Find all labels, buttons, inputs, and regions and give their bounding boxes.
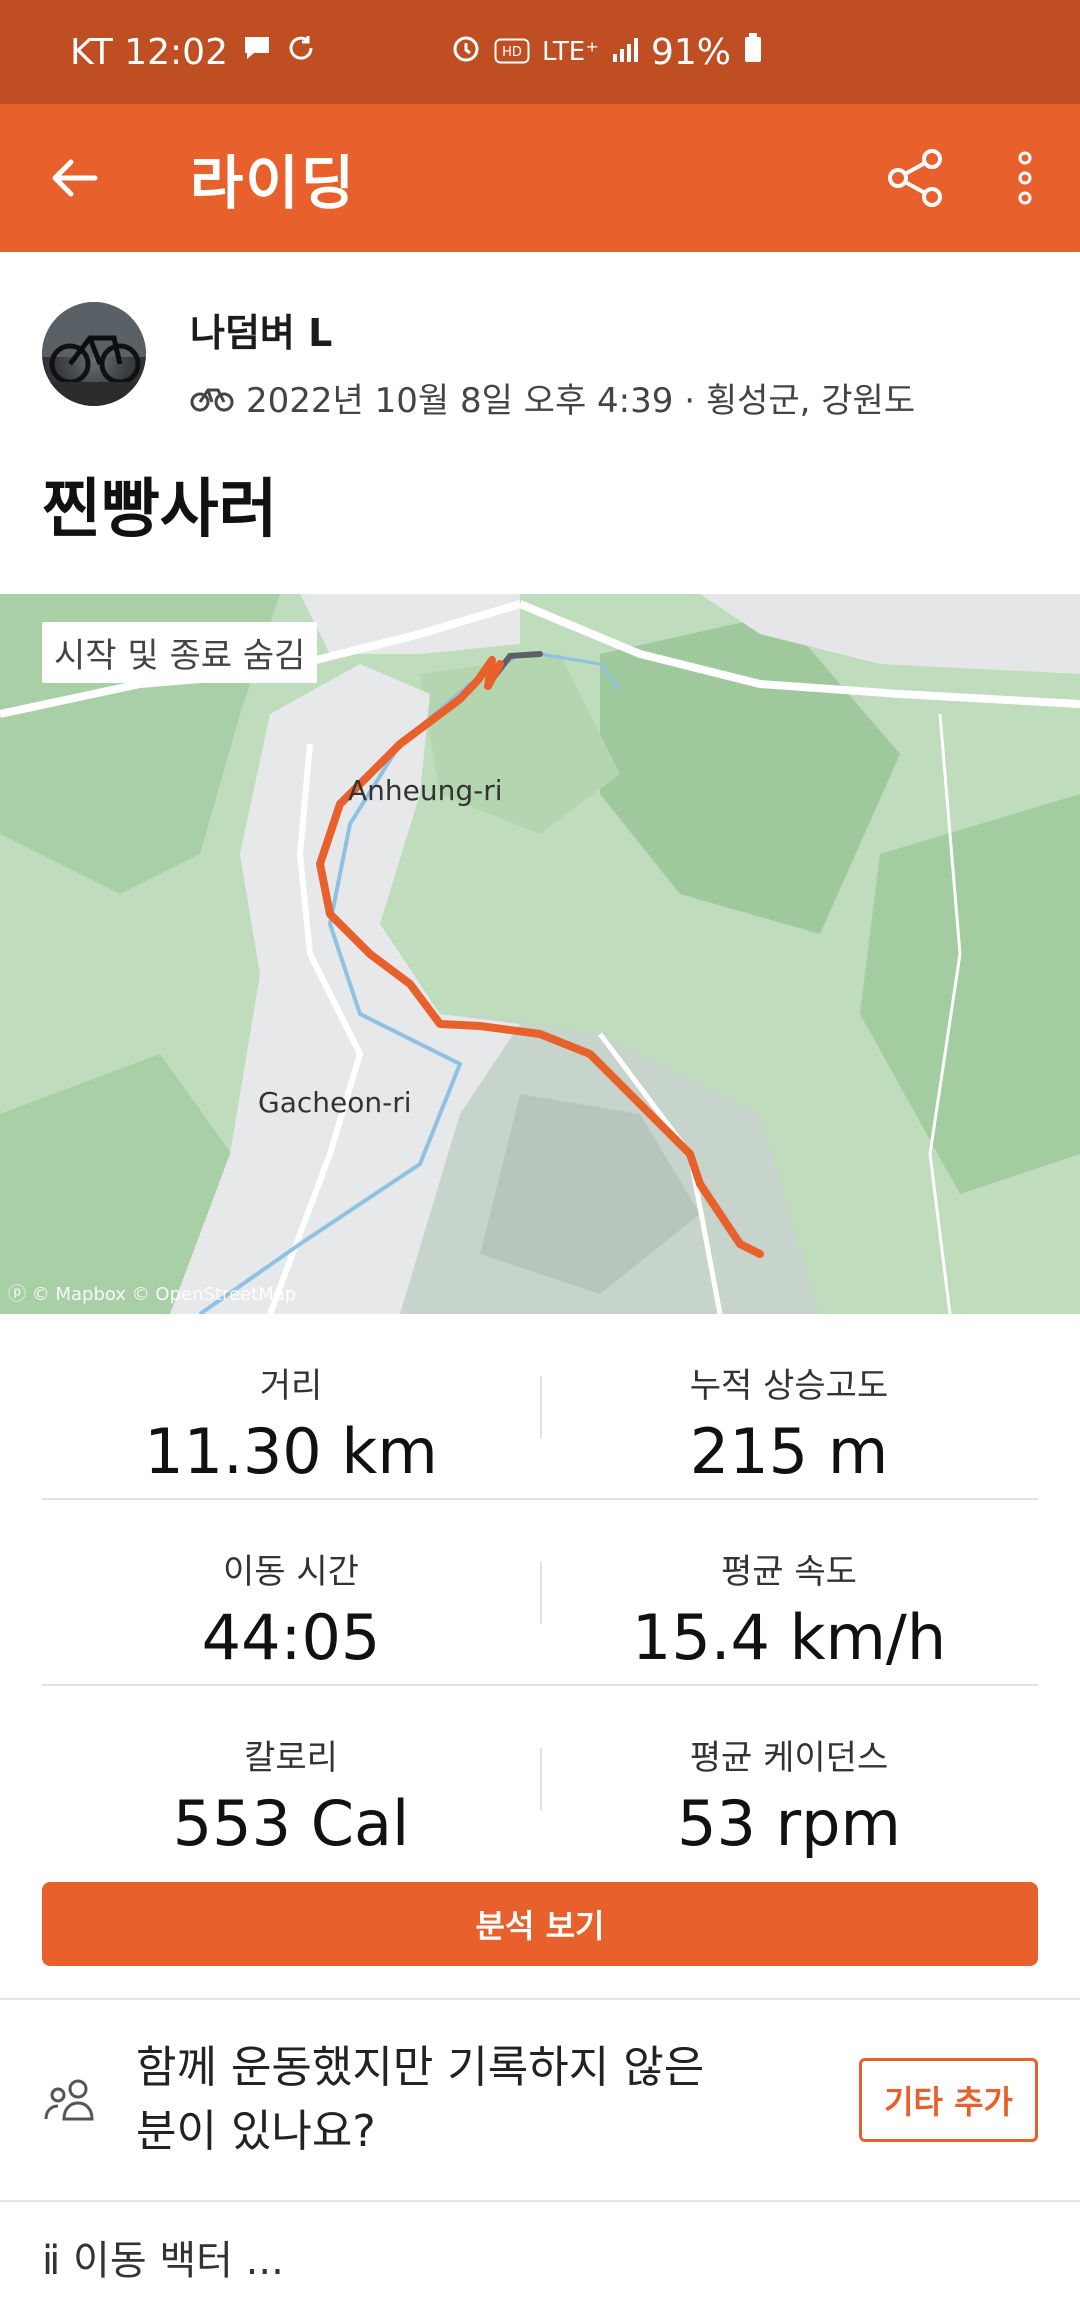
stat-avg-cadence: 평균 케이던스 53 rpm	[540, 1686, 1038, 1870]
map-canvas	[0, 594, 1080, 1314]
stat-value: 15.4 km/h	[631, 1601, 947, 1674]
carrier-time: KT 12:02	[70, 31, 228, 73]
group-icon	[44, 2079, 94, 2121]
bicycle-photo	[42, 302, 146, 406]
page-title: 라이딩	[190, 149, 357, 217]
route-map[interactable]: 시작 및 종료 숨김 Anheung-ri Gacheon-ri ⓟ © Map…	[0, 594, 1080, 1314]
alarm-icon	[450, 32, 482, 73]
stat-row: 이동 시간 44:05 평균 속도 15.4 km/h	[42, 1500, 1038, 1686]
add-others-line1: 함께 운동했지만 기록하지 않은	[136, 2042, 705, 2093]
add-others-line2: 분이 있나요?	[136, 2106, 376, 2157]
stats-grid: 거리 11.30 km 누적 상승고도 215 m 이동 시간 44:05 평균…	[0, 1314, 1080, 1870]
status-right: HD LTE⁺ 91%	[450, 32, 1010, 73]
more-options-button[interactable]	[970, 104, 1080, 252]
status-left: KT 12:02	[70, 32, 450, 73]
stat-value: 44:05	[201, 1601, 381, 1674]
athlete-name[interactable]: 나덤벼 L	[190, 302, 915, 357]
more-vertical-icon	[1018, 151, 1032, 205]
divider	[540, 1562, 542, 1624]
stat-label: 거리	[259, 1366, 323, 1406]
divider	[540, 1376, 542, 1438]
arrow-left-icon	[52, 159, 98, 197]
stat-value: 53 rpm	[677, 1787, 901, 1860]
activity-title: 찐빵사러	[42, 473, 278, 547]
stat-label: 이동 시간	[223, 1552, 359, 1592]
add-others-button[interactable]: 기타 추가	[859, 2058, 1038, 2142]
add-others-text: 함께 운동했지만 기록하지 않은 분이 있나요?	[136, 2036, 839, 2164]
hd-icon: HD	[494, 32, 530, 73]
stat-label: 칼로리	[244, 1738, 338, 1778]
stat-row: 거리 11.30 km 누적 상승고도 215 m	[42, 1314, 1038, 1500]
next-section-text: ⅱ 이동 백터 ...	[42, 2238, 284, 2284]
battery-icon	[743, 32, 763, 73]
mapbox-logo-icon: ⓟ	[8, 1284, 32, 1305]
view-analysis-button[interactable]: 분석 보기	[42, 1882, 1038, 1966]
stat-moving-time: 이동 시간 44:05	[42, 1500, 540, 1684]
stat-elevation: 누적 상승고도 215 m	[540, 1314, 1038, 1498]
athlete-header: 나덤벼 L 2022년 10월 8일 오후 4:39 · 횡성군, 강원도	[0, 252, 1080, 464]
stat-value: 215 m	[689, 1415, 889, 1488]
stat-avg-speed: 평균 속도 15.4 km/h	[540, 1500, 1038, 1684]
share-icon	[888, 149, 942, 207]
stat-calories: 칼로리 553 Cal	[42, 1686, 540, 1870]
athlete-info: 나덤벼 L 2022년 10월 8일 오후 4:39 · 횡성군, 강원도	[190, 302, 915, 422]
avatar[interactable]	[42, 302, 146, 406]
battery-percent: 91%	[650, 31, 731, 73]
activity-date-location: 2022년 10월 8일 오후 4:39 · 횡성군, 강원도	[246, 381, 916, 421]
message-icon	[242, 34, 272, 70]
share-button[interactable]	[860, 104, 970, 252]
sync-icon	[286, 33, 316, 71]
stat-value: 11.30 km	[144, 1415, 438, 1488]
stat-label: 평균 케이던스	[689, 1738, 889, 1778]
stat-distance: 거리 11.30 km	[42, 1314, 540, 1498]
map-place-label: Gacheon-ri	[258, 1086, 412, 1119]
network-label: LTE⁺	[542, 37, 599, 67]
activity-meta: 2022년 10월 8일 오후 4:39 · 횡성군, 강원도	[190, 373, 915, 422]
hide-start-end-toggle[interactable]: 시작 및 종료 숨김	[42, 622, 318, 683]
map-attribution[interactable]: ⓟ © Mapbox © OpenStreetMap	[8, 1280, 296, 1306]
status-bar: KT 12:02 HD LTE⁺ 91%	[0, 0, 1080, 104]
bicycle-icon	[190, 388, 234, 411]
back-button[interactable]	[0, 104, 150, 252]
signal-icon	[611, 32, 639, 73]
add-others-prompt: 함께 운동했지만 기록하지 않은 분이 있나요? 기타 추가	[0, 2000, 1080, 2200]
next-section-partial: ⅱ 이동 백터 ...	[0, 2202, 1080, 2312]
stat-label: 평균 속도	[721, 1552, 857, 1592]
stat-row: 칼로리 553 Cal 평균 케이던스 53 rpm	[42, 1686, 1038, 1870]
app-bar: 라이딩	[0, 104, 1080, 252]
divider	[540, 1748, 542, 1810]
svg-text:HD: HD	[502, 45, 522, 60]
stat-value: 553 Cal	[172, 1787, 410, 1860]
map-place-label: Anheung-ri	[348, 774, 503, 807]
stat-label: 누적 상승고도	[689, 1366, 889, 1406]
